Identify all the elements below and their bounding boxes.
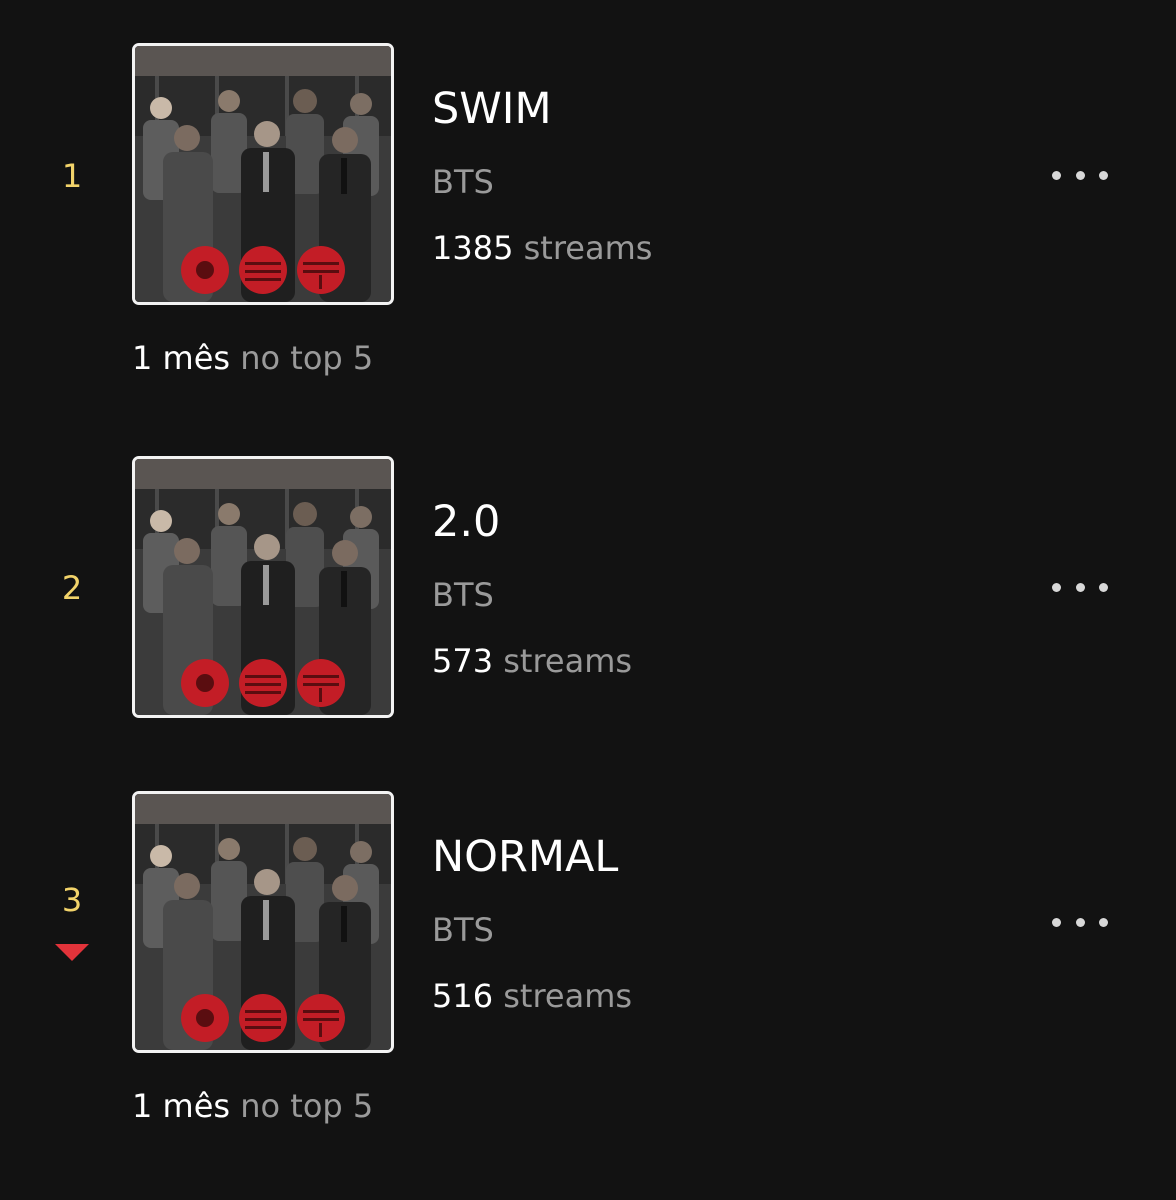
album-cover[interactable] xyxy=(132,456,394,718)
stream-count-unit: streams xyxy=(503,977,633,1015)
album-art-image xyxy=(135,46,391,302)
more-options-button[interactable] xyxy=(1052,575,1108,599)
album-art-image xyxy=(135,794,391,1050)
chart-track-3[interactable]: 3 NORMAL BTS 516 streams 1 mês no top 5 xyxy=(0,760,1176,1200)
more-horizontal-icon xyxy=(1075,170,1085,180)
album-cover[interactable] xyxy=(132,791,394,1053)
note-duration: 1 mês xyxy=(132,339,231,377)
more-horizontal-icon xyxy=(1099,917,1108,927)
top-duration-note: 1 mês no top 5 xyxy=(132,1086,373,1126)
chart-track-2[interactable]: 2 2.0 BTS 573 streams xyxy=(0,400,1176,760)
more-horizontal-icon xyxy=(1075,917,1085,927)
track-title: 2.0 xyxy=(432,497,501,547)
stream-count-unit: streams xyxy=(503,642,633,680)
more-horizontal-icon xyxy=(1052,170,1061,180)
more-horizontal-icon xyxy=(1099,582,1108,592)
stream-count: 516 streams xyxy=(432,976,632,1016)
artist-name[interactable]: BTS xyxy=(432,162,494,202)
artist-name[interactable]: BTS xyxy=(432,910,494,950)
album-art-image xyxy=(135,459,391,715)
top-duration-note: 1 mês no top 5 xyxy=(132,338,373,378)
artist-name[interactable]: BTS xyxy=(432,575,494,615)
stream-count-unit: streams xyxy=(523,229,653,267)
stream-count-number: 516 xyxy=(432,977,494,1015)
more-options-button[interactable] xyxy=(1052,910,1108,934)
rank-number: 3 xyxy=(61,881,83,919)
stream-count: 573 streams xyxy=(432,641,632,681)
stream-count-number: 573 xyxy=(432,642,494,680)
note-context: no top 5 xyxy=(240,339,374,377)
stream-count-number: 1385 xyxy=(432,229,514,267)
note-duration: 1 mês xyxy=(132,1087,231,1125)
album-cover[interactable] xyxy=(132,43,394,305)
more-horizontal-icon xyxy=(1052,917,1061,927)
more-options-button[interactable] xyxy=(1052,163,1108,187)
note-context: no top 5 xyxy=(240,1087,374,1125)
track-title: SWIM xyxy=(432,84,552,134)
more-horizontal-icon xyxy=(1099,170,1108,180)
stream-count: 1385 streams xyxy=(432,228,652,268)
track-title: NORMAL xyxy=(432,832,619,882)
rank-number: 1 xyxy=(61,157,83,195)
triangle-down-icon xyxy=(55,944,89,961)
more-horizontal-icon xyxy=(1075,582,1085,592)
rank-number: 2 xyxy=(61,569,83,607)
chart-track-1[interactable]: 1 SWIM BTS 1385 streams 1 mês no top 5 xyxy=(0,0,1176,400)
more-horizontal-icon xyxy=(1052,582,1061,592)
